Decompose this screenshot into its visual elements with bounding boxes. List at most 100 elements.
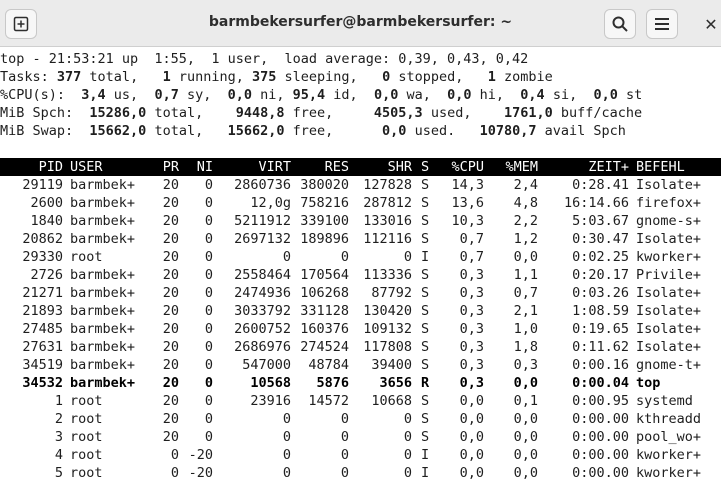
summary-cpu-line: %CPU(s): 3,4 us, 0,7 sy, 0,0 ni, 95,4 id…	[0, 87, 643, 103]
cell-cpu: 14,3	[451, 177, 484, 193]
cell-pr: 20	[162, 357, 179, 373]
close-button[interactable]: ✕	[700, 12, 721, 36]
search-button[interactable]	[604, 9, 636, 39]
cell-ni: 0	[204, 249, 213, 265]
cell-ni: 0	[204, 195, 213, 211]
cell-mem: 1,0	[513, 321, 538, 337]
cell-command: top	[636, 375, 661, 391]
cell-command: Isolate+	[636, 303, 702, 319]
cell-cpu: 0,3	[459, 303, 484, 319]
cell-virt: 2558464	[234, 267, 291, 283]
cell-res: 106268	[300, 285, 349, 301]
cell-shr: 0	[403, 249, 412, 265]
cell-virt: 12,0g	[250, 195, 291, 211]
cell-mem: 0,0	[513, 249, 538, 265]
cell-state: S	[421, 429, 430, 445]
cell-user: root	[70, 411, 103, 427]
cell-ni: 0	[204, 303, 213, 319]
process-row: 27631 barmbek+ 20 0 2686976 274524 117808 S 0,3 1…	[0, 338, 721, 356]
column-header-shr: SHR	[387, 159, 412, 175]
cell-shr: 133016	[363, 213, 412, 229]
cell-state: S	[421, 303, 430, 319]
cell-pid: 2726	[30, 267, 63, 283]
cell-time: 0:20.17	[572, 267, 629, 283]
cell-cpu: 0,0	[459, 465, 484, 481]
cell-ni: -20	[188, 465, 213, 481]
summary-mem-line: MiB Spch: 15286,0 total, 9448,8 free, 45…	[0, 105, 643, 121]
cell-user: barmbek+	[70, 303, 136, 319]
cell-user: barmbek+	[70, 231, 136, 247]
cell-virt: 23916	[250, 393, 291, 409]
cell-state: S	[421, 321, 430, 337]
cell-shr: 39400	[371, 357, 412, 373]
menu-button[interactable]	[646, 9, 678, 39]
column-header-command: BEFEHL	[636, 159, 685, 175]
cell-shr: 130420	[363, 303, 412, 319]
cell-shr: 0	[403, 447, 412, 463]
cell-cpu: 0,3	[459, 357, 484, 373]
process-row: 1840 barmbek+ 20 0 5211912 339100 133016 S 10,3 2…	[0, 212, 721, 230]
cell-user: barmbek+	[70, 375, 136, 391]
process-row: 2726 barmbek+ 20 0 2558464 170564 113336 S 0,3 1,…	[0, 266, 721, 284]
cell-user: barmbek+	[70, 177, 136, 193]
hamburger-menu-icon	[655, 18, 669, 30]
cell-mem: 0,7	[513, 285, 538, 301]
column-header-user: USER	[70, 159, 103, 175]
cell-shr: 10668	[371, 393, 412, 409]
cell-pid: 20862	[22, 231, 63, 247]
cell-user: barmbek+	[70, 213, 136, 229]
process-row: 27485 barmbek+ 20 0 2600752 160376 109132 S 0,3 1…	[0, 320, 721, 338]
cell-state: S	[421, 213, 430, 229]
process-row: 20862 barmbek+ 20 0 2697132 189896 112116 S 0,7 1…	[0, 230, 721, 248]
cell-pid: 2600	[30, 195, 63, 211]
cell-pid: 5	[54, 465, 63, 481]
cell-cpu: 0,3	[459, 339, 484, 355]
cell-ni: 0	[204, 339, 213, 355]
cell-cpu: 0,0	[459, 411, 484, 427]
cell-time: 0:00.00	[572, 411, 629, 427]
process-row: 2600 barmbek+ 20 0 12,0g 758216 287812 S 13,6 4,8…	[0, 194, 721, 212]
terminal-area[interactable]: top - 21:53:21 up 1:55, 1 user, load ave…	[0, 48, 721, 485]
cell-mem: 0,1	[513, 393, 538, 409]
cell-cpu: 0,0	[459, 447, 484, 463]
process-row: 34532 barmbek+ 20 0 10568 5876 3656 R 0,3 0,0 0:00…	[0, 374, 721, 392]
cell-mem: 0,3	[513, 357, 538, 373]
process-row: 1 root 20 0 23916 14572 10668 S 0,0 0,1 0:00.95 sys…	[0, 392, 721, 410]
cell-pid: 27485	[22, 321, 63, 337]
cell-res: 0	[340, 429, 349, 445]
cell-user: barmbek+	[70, 285, 136, 301]
cell-pr: 20	[162, 213, 179, 229]
process-row: 21893 barmbek+ 20 0 3033792 331128 130420 S 0,3 2…	[0, 302, 721, 320]
process-row: 29330 root 20 0 0 0 0 I 0,7 0,0 0:02.25 kworker+	[0, 248, 721, 266]
cell-time: 0:28.41	[572, 177, 629, 193]
cell-mem: 0,0	[513, 429, 538, 445]
cell-virt: 0	[282, 249, 291, 265]
cell-cpu: 0,3	[459, 375, 484, 391]
close-icon: ✕	[704, 14, 718, 34]
cell-mem: 1,2	[513, 231, 538, 247]
cell-user: root	[70, 465, 103, 481]
cell-time: 0:00.00	[572, 465, 629, 481]
cell-res: 339100	[300, 213, 349, 229]
cell-res: 0	[340, 411, 349, 427]
column-header-pr: PR	[162, 159, 179, 175]
cell-res: 758216	[300, 195, 349, 211]
cell-virt: 2600752	[234, 321, 291, 337]
cell-virt: 5211912	[234, 213, 291, 229]
cell-user: root	[70, 249, 103, 265]
cell-pr: 20	[162, 285, 179, 301]
cell-command: Isolate+	[636, 231, 702, 247]
cell-ni: 0	[204, 267, 213, 283]
cell-mem: 2,1	[513, 303, 538, 319]
cell-shr: 0	[403, 465, 412, 481]
cell-state: S	[421, 411, 430, 427]
cell-time: 1:08.59	[572, 303, 629, 319]
cell-user: root	[70, 393, 103, 409]
cell-time: 0:00.16	[572, 357, 629, 373]
title-bar: barmbekersurfer@barmbekersurfer: ~ ✕	[0, 0, 721, 47]
cell-time: 0:00.95	[572, 393, 629, 409]
cell-res: 331128	[300, 303, 349, 319]
cell-pr: 20	[162, 411, 179, 427]
cell-pr: 20	[162, 321, 179, 337]
cell-cpu: 13,6	[451, 195, 484, 211]
